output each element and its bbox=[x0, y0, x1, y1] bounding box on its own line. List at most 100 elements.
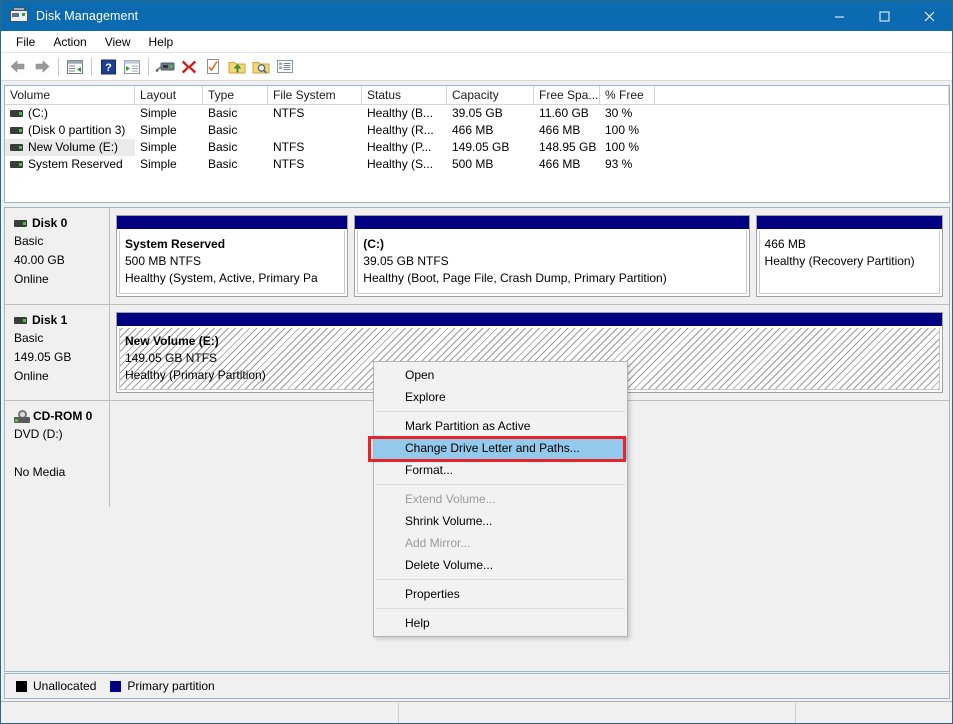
minimize-button[interactable] bbox=[817, 1, 862, 31]
cell-layout: Simple bbox=[135, 122, 203, 139]
partition-title: (C:) bbox=[363, 236, 745, 253]
partition-title: New Volume (E:) bbox=[125, 333, 939, 350]
disk-type-disk-1: Basic bbox=[14, 330, 109, 346]
menubar: File Action View Help bbox=[1, 31, 952, 53]
disk-info-cdrom-0[interactable]: CD-ROM 0 DVD (D:) No Media bbox=[5, 401, 110, 507]
partition-status: Healthy (Boot, Page File, Crash Dump, Pr… bbox=[363, 270, 745, 287]
cell-file-system: NTFS bbox=[268, 156, 362, 173]
toolbar-separator-2 bbox=[91, 58, 92, 76]
partition-recovery[interactable]: 466 MB Healthy (Recovery Partition) bbox=[756, 215, 943, 297]
volume-icon bbox=[10, 127, 23, 134]
volume-list-panel[interactable]: Volume Layout Type File System Status Ca… bbox=[4, 85, 950, 203]
cell-capacity: 39.05 GB bbox=[447, 105, 534, 122]
cell-type: Basic bbox=[203, 105, 268, 122]
context-menu-separator-1 bbox=[376, 411, 625, 412]
context-menu-item-mark-partition-as-active[interactable]: Mark Partition as Active bbox=[374, 415, 627, 437]
rescan-disks-icon[interactable] bbox=[153, 55, 177, 79]
context-menu-separator-2 bbox=[376, 484, 625, 485]
partition-c-drive[interactable]: (C:) 39.05 GB NTFS Healthy (Boot, Page F… bbox=[354, 215, 749, 297]
cell-volume: (Disk 0 partition 3) bbox=[5, 122, 135, 139]
legend-label-unallocated: Unallocated bbox=[33, 679, 96, 693]
cell-file-system: NTFS bbox=[268, 139, 362, 156]
menu-help[interactable]: Help bbox=[140, 32, 183, 52]
partition-body: (C:) 39.05 GB NTFS Healthy (Boot, Page F… bbox=[357, 231, 746, 294]
context-menu-item-shrink-volume[interactable]: Shrink Volume... bbox=[374, 510, 627, 532]
menu-view[interactable]: View bbox=[96, 32, 140, 52]
cell-status: Healthy (S... bbox=[362, 156, 447, 173]
context-menu-item-extend-volume: Extend Volume... bbox=[374, 488, 627, 510]
partition-system-reserved[interactable]: System Reserved 500 MB NTFS Healthy (Sys… bbox=[116, 215, 348, 297]
list-view-icon[interactable] bbox=[273, 55, 297, 79]
context-menu-item-properties[interactable]: Properties bbox=[374, 583, 627, 605]
legend-item-primary-partition: Primary partition bbox=[110, 679, 214, 693]
column-header-capacity[interactable]: Capacity bbox=[447, 86, 534, 105]
disk-state-disk-1: Online bbox=[14, 368, 109, 384]
column-header-percent-free[interactable]: % Free bbox=[600, 86, 655, 105]
table-row[interactable]: New Volume (E:) Simple Basic NTFS Health… bbox=[5, 139, 949, 156]
folder-search-icon[interactable] bbox=[249, 55, 273, 79]
cdrom-spacer bbox=[14, 445, 109, 461]
table-row[interactable]: System Reserved Simple Basic NTFS Health… bbox=[5, 156, 949, 173]
legend-item-unallocated: Unallocated bbox=[16, 679, 96, 693]
close-button[interactable] bbox=[907, 1, 952, 31]
column-header-type[interactable]: Type bbox=[203, 86, 268, 105]
partition-title: System Reserved bbox=[125, 236, 344, 253]
disk-icon bbox=[14, 220, 27, 227]
disk-row-disk-0[interactable]: Disk 0 Basic 40.00 GB Online System Rese… bbox=[5, 208, 949, 305]
cell-status: Healthy (P... bbox=[362, 139, 447, 156]
help-icon[interactable]: ? bbox=[96, 55, 120, 79]
cell-volume: (C:) bbox=[5, 105, 135, 122]
toolbar-separator-1 bbox=[58, 58, 59, 76]
cell-layout: Simple bbox=[135, 105, 203, 122]
folder-up-icon[interactable] bbox=[225, 55, 249, 79]
partition-size: 466 MB bbox=[765, 236, 939, 253]
column-header-status[interactable]: Status bbox=[362, 86, 447, 105]
legend-swatch-unallocated bbox=[16, 681, 27, 692]
delete-icon[interactable] bbox=[177, 55, 201, 79]
show-hide-console-tree-icon[interactable] bbox=[63, 55, 87, 79]
disk-management-icon bbox=[10, 7, 28, 25]
back-arrow-icon[interactable] bbox=[6, 55, 30, 79]
disk-title-disk-0: Disk 0 bbox=[14, 216, 109, 230]
column-header-file-system[interactable]: File System bbox=[268, 86, 362, 105]
menu-action[interactable]: Action bbox=[44, 32, 95, 52]
disk-size-disk-0: 40.00 GB bbox=[14, 252, 109, 268]
cell-layout: Simple bbox=[135, 156, 203, 173]
context-menu-item-help[interactable]: Help bbox=[374, 612, 627, 634]
statusbar-pane-3 bbox=[796, 702, 952, 723]
partition-header-bar bbox=[355, 216, 748, 229]
disk-info-disk-1[interactable]: Disk 1 Basic 149.05 GB Online bbox=[5, 305, 110, 400]
maximize-button[interactable] bbox=[862, 1, 907, 31]
column-header-filler[interactable] bbox=[655, 86, 949, 105]
context-menu: Open Explore Mark Partition as Active Ch… bbox=[373, 361, 628, 637]
disk-info-disk-0[interactable]: Disk 0 Basic 40.00 GB Online bbox=[5, 208, 110, 304]
cell-percent-free: 100 % bbox=[600, 122, 655, 139]
volume-list-header: Volume Layout Type File System Status Ca… bbox=[5, 86, 949, 105]
legend: Unallocated Primary partition bbox=[4, 673, 950, 699]
toolbar-separator-3 bbox=[148, 58, 149, 76]
show-action-pane-icon[interactable] bbox=[120, 55, 144, 79]
legend-label-primary-partition: Primary partition bbox=[127, 679, 214, 693]
cell-capacity: 500 MB bbox=[447, 156, 534, 173]
column-header-layout[interactable]: Layout bbox=[135, 86, 203, 105]
context-menu-item-open[interactable]: Open bbox=[374, 364, 627, 386]
cell-file-system: NTFS bbox=[268, 105, 362, 122]
properties-icon[interactable] bbox=[201, 55, 225, 79]
volume-list-rows: (C:) Simple Basic NTFS Healthy (B... 39.… bbox=[5, 105, 949, 173]
partition-size: 39.05 GB NTFS bbox=[363, 253, 745, 270]
column-header-volume[interactable]: Volume bbox=[5, 86, 135, 105]
window-controls bbox=[817, 1, 952, 31]
context-menu-item-explore[interactable]: Explore bbox=[374, 386, 627, 408]
table-row[interactable]: (Disk 0 partition 3) Simple Basic Health… bbox=[5, 122, 949, 139]
menu-file[interactable]: File bbox=[7, 32, 44, 52]
cdrom-drive-letter: DVD (D:) bbox=[14, 426, 109, 442]
context-menu-item-change-drive-letter-and-paths[interactable]: Change Drive Letter and Paths... bbox=[374, 437, 627, 459]
column-header-free-space[interactable]: Free Spa... bbox=[534, 86, 600, 105]
table-row[interactable]: (C:) Simple Basic NTFS Healthy (B... 39.… bbox=[5, 105, 949, 122]
cell-free-space: 11.60 GB bbox=[534, 105, 600, 122]
context-menu-item-format[interactable]: Format... bbox=[374, 459, 627, 481]
context-menu-item-delete-volume[interactable]: Delete Volume... bbox=[374, 554, 627, 576]
statusbar-pane-1 bbox=[1, 702, 399, 723]
forward-arrow-icon[interactable] bbox=[30, 55, 54, 79]
disk-partitions-disk-0: System Reserved 500 MB NTFS Healthy (Sys… bbox=[110, 208, 949, 304]
